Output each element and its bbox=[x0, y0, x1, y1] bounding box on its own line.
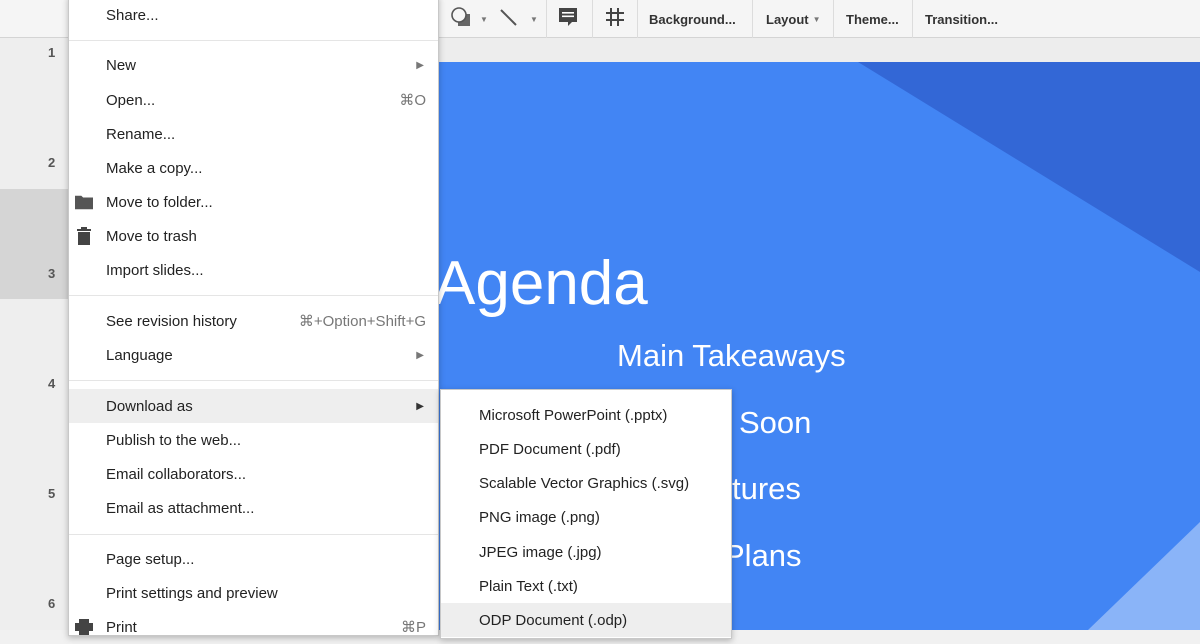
menu-divider bbox=[69, 534, 438, 535]
folder-icon bbox=[75, 193, 93, 211]
download-option-pptx[interactable]: Microsoft PowerPoint (.pptx) bbox=[441, 398, 731, 432]
submenu-arrow-icon: ▶ bbox=[416, 349, 424, 361]
selected-slide-thumbnail[interactable] bbox=[0, 189, 68, 299]
slide-text-line[interactable]: tures bbox=[732, 471, 801, 507]
layout-button[interactable]: Layout ▼ bbox=[754, 0, 821, 38]
transition-button[interactable]: Transition... bbox=[913, 12, 1010, 27]
download-option-label: JPEG image (.jpg) bbox=[479, 543, 602, 561]
chevron-down-icon: ▼ bbox=[480, 14, 488, 24]
grid-button[interactable] bbox=[604, 0, 626, 38]
menu-item-label: Move to trash bbox=[106, 227, 197, 245]
grid-icon bbox=[604, 6, 626, 33]
download-option-label: PNG image (.png) bbox=[479, 508, 600, 526]
download-option-svg[interactable]: Scalable Vector Graphics (.svg) bbox=[441, 466, 731, 500]
menu-item-download-as[interactable]: Download as ▶ bbox=[69, 389, 438, 423]
download-option-label: ODP Document (.odp) bbox=[479, 611, 628, 629]
download-option-label: Microsoft PowerPoint (.pptx) bbox=[479, 406, 668, 424]
download-option-pdf[interactable]: PDF Document (.pdf) bbox=[441, 432, 731, 466]
download-option-odp[interactable]: ODP Document (.odp) bbox=[441, 603, 731, 637]
menu-item-label: Publish to the web... bbox=[106, 431, 242, 449]
menu-item-page-setup[interactable]: Page setup... bbox=[69, 542, 438, 576]
toolbar-divider bbox=[546, 0, 547, 38]
menu-item-language[interactable]: Language ▶ bbox=[69, 338, 438, 372]
menu-item-print[interactable]: Print ⌘P bbox=[69, 610, 438, 644]
menu-item-label: Move to folder... bbox=[106, 193, 213, 211]
background-button[interactable]: Background... bbox=[637, 12, 748, 27]
menu-item-revision-history[interactable]: See revision history ⌘+Option+Shift+G bbox=[69, 304, 438, 338]
menu-item-label: Print settings and preview bbox=[106, 584, 278, 602]
download-option-label: Plain Text (.txt) bbox=[479, 577, 578, 595]
shape-tool-button[interactable]: ▼ bbox=[450, 0, 488, 38]
theme-button[interactable]: Theme... bbox=[834, 12, 911, 27]
shortcut-hint: ⌘+Option+Shift+G bbox=[298, 313, 426, 330]
slide-title[interactable]: Agenda bbox=[438, 248, 648, 319]
line-tool-button[interactable]: ▼ bbox=[498, 0, 538, 38]
download-as-submenu: Microsoft PowerPoint (.pptx) PDF Documen… bbox=[440, 389, 732, 639]
menu-divider bbox=[69, 40, 438, 41]
menu-item-label: New bbox=[106, 56, 137, 74]
menu-item-print-settings[interactable]: Print settings and preview bbox=[69, 576, 438, 610]
menu-item-label: Share... bbox=[106, 6, 159, 24]
menu-item-new[interactable]: New ▶ bbox=[69, 48, 438, 82]
shortcut-hint: ⌘P bbox=[400, 619, 426, 636]
submenu-arrow-icon: ▶ bbox=[416, 400, 424, 412]
slide-number[interactable]: 6 bbox=[48, 596, 64, 611]
chevron-down-icon: ▼ bbox=[812, 14, 821, 24]
toolbar-divider bbox=[752, 0, 753, 38]
menu-item-label: Language bbox=[106, 346, 173, 364]
menu-item-move-to-trash[interactable]: Move to trash bbox=[69, 219, 438, 253]
download-option-label: PDF Document (.pdf) bbox=[479, 440, 621, 458]
slide-text-line[interactable]: Plans bbox=[724, 538, 802, 574]
shape-icon bbox=[450, 6, 476, 33]
menu-item-import-slides[interactable]: Import slides... bbox=[69, 253, 438, 287]
slide-number[interactable]: 1 bbox=[48, 45, 64, 60]
menu-item-make-copy[interactable]: Make a copy... bbox=[69, 151, 438, 185]
line-icon bbox=[498, 6, 520, 33]
download-option-txt[interactable]: Plain Text (.txt) bbox=[441, 569, 731, 603]
menu-item-move-to-folder[interactable]: Move to folder... bbox=[69, 185, 438, 219]
menu-item-label: See revision history bbox=[106, 312, 237, 330]
menu-item-label: Email as attachment... bbox=[106, 499, 255, 517]
slide-number[interactable]: 3 bbox=[48, 266, 64, 281]
layout-label: Layout bbox=[766, 11, 809, 27]
slide-text-line[interactable]: Main Takeaways bbox=[617, 338, 846, 374]
shortcut-hint: ⌘O bbox=[399, 92, 426, 109]
slide-text-line[interactable]: Soon bbox=[739, 405, 811, 441]
menu-item-label: Make a copy... bbox=[106, 159, 203, 177]
file-menu: Share... New ▶ Open... ⌘O Rename... Make… bbox=[68, 0, 439, 636]
submenu-arrow-icon: ▶ bbox=[416, 59, 424, 71]
slide-number[interactable]: 2 bbox=[48, 155, 64, 170]
menu-item-open[interactable]: Open... ⌘O bbox=[69, 83, 438, 117]
menu-item-publish[interactable]: Publish to the web... bbox=[69, 423, 438, 457]
menu-divider bbox=[69, 295, 438, 296]
slide-number[interactable]: 4 bbox=[48, 376, 64, 391]
printer-icon bbox=[75, 618, 93, 636]
menu-item-label: Print bbox=[106, 618, 137, 636]
slide-number[interactable]: 5 bbox=[48, 486, 64, 501]
menu-item-label: Page setup... bbox=[106, 550, 195, 568]
slide-filmstrip: 1 2 3 4 5 6 bbox=[0, 38, 68, 630]
menu-item-label: Open... bbox=[106, 91, 156, 109]
menu-item-label: Import slides... bbox=[106, 261, 204, 279]
menu-item-share[interactable]: Share... bbox=[69, 0, 438, 32]
comment-button[interactable] bbox=[557, 0, 579, 38]
download-option-png[interactable]: PNG image (.png) bbox=[441, 500, 731, 534]
menu-item-label: Rename... bbox=[106, 125, 176, 143]
trash-icon bbox=[75, 227, 93, 245]
menu-item-rename[interactable]: Rename... bbox=[69, 117, 438, 151]
comment-icon bbox=[557, 6, 579, 33]
menu-item-label: Email collaborators... bbox=[106, 465, 247, 483]
menu-divider bbox=[69, 380, 438, 381]
menu-item-email-collaborators[interactable]: Email collaborators... bbox=[69, 457, 438, 491]
chevron-down-icon: ▼ bbox=[530, 14, 538, 24]
menu-item-label: Download as bbox=[106, 397, 193, 415]
menu-item-email-attachment[interactable]: Email as attachment... bbox=[69, 491, 438, 525]
toolbar-divider bbox=[592, 0, 593, 38]
download-option-label: Scalable Vector Graphics (.svg) bbox=[479, 474, 690, 492]
download-option-jpg[interactable]: JPEG image (.jpg) bbox=[441, 535, 731, 569]
